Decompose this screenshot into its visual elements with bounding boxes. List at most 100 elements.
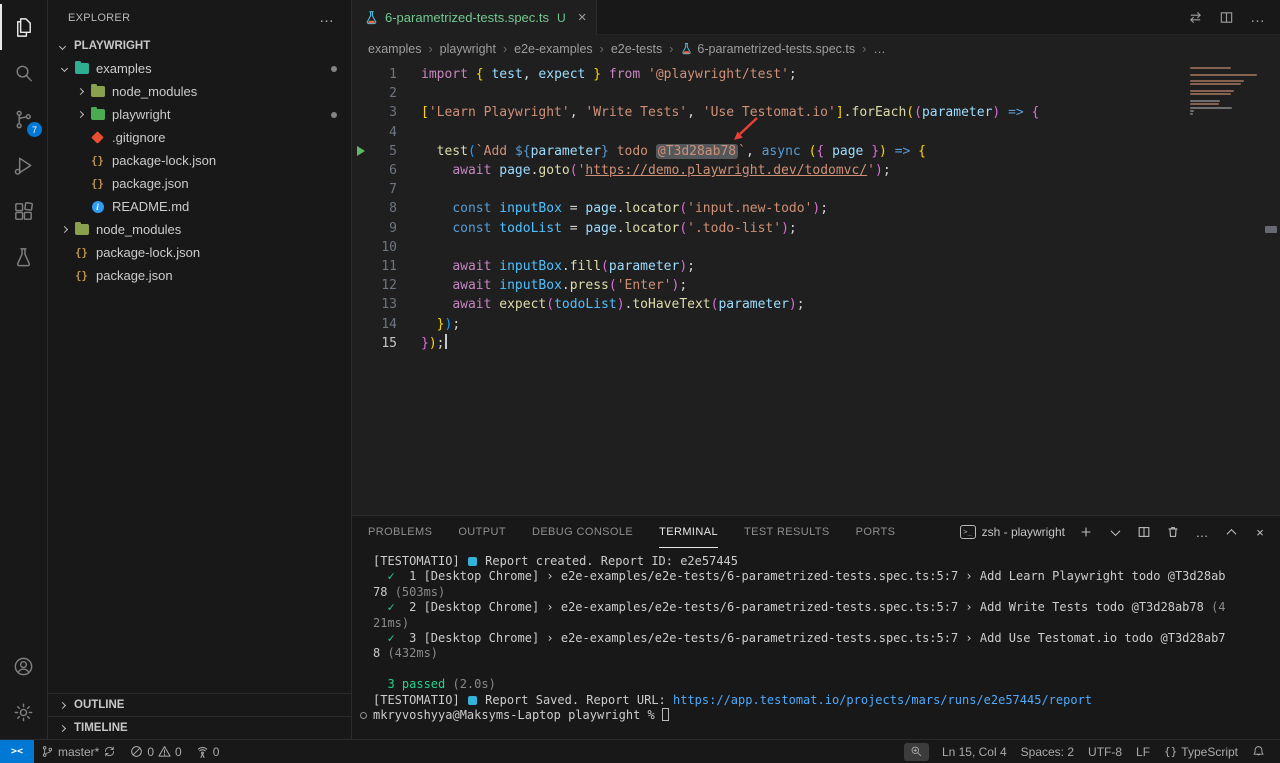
breadcrumb-item-[interactable]: … (873, 42, 886, 56)
activity-run-debug[interactable] (0, 142, 47, 188)
scrollbar-thumb[interactable] (1265, 226, 1277, 233)
tree-item-gitignore[interactable]: .gitignore (48, 126, 351, 149)
line-number[interactable]: 15 (370, 334, 397, 353)
panel-tab-debug-console[interactable]: DEBUG CONSOLE (532, 516, 633, 548)
minimap[interactable] (1190, 67, 1262, 116)
eol-status[interactable]: LF (1129, 740, 1157, 763)
line-number[interactable]: 2 (370, 84, 397, 103)
line-number[interactable]: 12 (370, 276, 397, 295)
line-number[interactable]: 7 (370, 180, 397, 199)
code-editor[interactable]: 1import { test, expect } from '@playwrig… (352, 62, 1280, 515)
code-token (421, 259, 452, 274)
code-line[interactable]: 4 (352, 123, 1280, 142)
panel-tab-problems[interactable]: PROBLEMS (368, 516, 432, 548)
code-line[interactable]: 5 test(`Add ${parameter} todo @T3d28ab78… (352, 142, 1280, 161)
code-token (1000, 105, 1008, 120)
code-line[interactable]: 1import { test, expect } from '@playwrig… (352, 65, 1280, 84)
git-branch-status[interactable]: master* (34, 740, 123, 763)
run-test-button[interactable] (352, 142, 370, 161)
panel-tab-ports[interactable]: PORTS (856, 516, 896, 548)
code-line[interactable]: 12 await inputBox.press('Enter'); (352, 276, 1280, 295)
panel-tab-test-results[interactable]: TEST RESULTS (744, 516, 830, 548)
code-line[interactable]: 11 await inputBox.fill(parameter); (352, 257, 1280, 276)
panel-tab-terminal[interactable]: TERMINAL (659, 516, 718, 548)
code-line[interactable]: 15}); (352, 334, 1280, 353)
line-number[interactable]: 3 (370, 103, 397, 122)
code-line[interactable]: 13 await expect(todoList).toHaveText(par… (352, 295, 1280, 314)
panel-more-actions-icon[interactable]: … (1194, 524, 1210, 540)
close-panel-icon[interactable]: × (1252, 524, 1268, 540)
toggle-changes-icon[interactable] (1188, 10, 1203, 25)
tree-item-package-json[interactable]: {}package.json (48, 264, 351, 287)
activity-testing[interactable] (0, 234, 47, 280)
panel-tab-output[interactable]: OUTPUT (458, 516, 506, 548)
new-terminal-icon[interactable] (1078, 524, 1094, 540)
breadcrumb-item-e2e-tests[interactable]: e2e-tests (611, 42, 662, 56)
indentation-status[interactable]: Spaces: 2 (1014, 740, 1081, 763)
remote-indicator[interactable]: >< (0, 740, 34, 763)
code-line[interactable]: 2 (352, 84, 1280, 103)
zoom-status[interactable] (904, 743, 929, 761)
terminal-instance[interactable]: >_ zsh - playwright (960, 525, 1065, 539)
line-number[interactable]: 4 (370, 123, 397, 142)
activity-settings[interactable] (0, 689, 47, 735)
line-number[interactable]: 13 (370, 295, 397, 314)
tree-item-package-lock-json[interactable]: {}package-lock.json (48, 149, 351, 172)
terminal-dropdown-icon[interactable] (1107, 524, 1123, 540)
line-number[interactable]: 9 (370, 219, 397, 238)
line-number[interactable]: 1 (370, 65, 397, 84)
encoding-status[interactable]: UTF-8 (1081, 740, 1129, 763)
breadcrumb-item-e2e-examples[interactable]: e2e-examples (514, 42, 593, 56)
encoding-label: UTF-8 (1088, 745, 1122, 759)
tree-item-package-json[interactable]: {}package.json (48, 172, 351, 195)
split-editor-icon[interactable] (1219, 10, 1234, 25)
breadcrumb-item-playwright[interactable]: playwright (440, 42, 496, 56)
tree-item-readme-md[interactable]: iREADME.md (48, 195, 351, 218)
line-number[interactable]: 14 (370, 315, 397, 334)
tab-close-icon[interactable]: × (578, 10, 587, 25)
activity-extensions[interactable] (0, 188, 47, 234)
tree-item-playwright[interactable]: playwright (48, 103, 351, 126)
code-line[interactable]: 6 await page.goto('https://demo.playwrig… (352, 161, 1280, 180)
tree-item-node-modules[interactable]: node_modules (48, 218, 351, 241)
tree-item-examples[interactable]: examples (48, 57, 351, 80)
cursor-position-status[interactable]: Ln 15, Col 4 (935, 740, 1014, 763)
breadcrumb-item-6-parametrized-tests-spec-ts[interactable]: 6-parametrized-tests.spec.ts (680, 42, 855, 56)
ports-status[interactable]: 0 (189, 740, 227, 763)
activity-search[interactable] (0, 50, 47, 96)
line-number[interactable]: 5 (370, 142, 397, 161)
tree-item-node-modules[interactable]: node_modules (48, 80, 351, 103)
maximize-panel-icon[interactable] (1223, 524, 1239, 540)
editor-more-actions-icon[interactable]: … (1250, 9, 1266, 26)
tree-item-package-lock-json[interactable]: {}package-lock.json (48, 241, 351, 264)
line-number[interactable]: 11 (370, 257, 397, 276)
section-playwright[interactable]: PLAYWRIGHT (48, 35, 351, 57)
section-outline[interactable]: OUTLINE (48, 693, 351, 716)
kill-terminal-icon[interactable] (1165, 524, 1181, 540)
code-line[interactable]: 14 }); (352, 315, 1280, 334)
explorer-more-actions-icon[interactable]: … (319, 9, 335, 26)
notifications-status[interactable] (1245, 740, 1272, 763)
terminal-output[interactable]: [TESTOMATIO] Report created. Report ID: … (352, 548, 1280, 739)
code-link[interactable]: https://demo.playwright.dev/todomvc/ (585, 163, 867, 178)
json-icon: {} (88, 178, 107, 190)
split-terminal-icon[interactable] (1136, 524, 1152, 540)
code-line[interactable]: 10 (352, 238, 1280, 257)
code-line[interactable]: 7 (352, 180, 1280, 199)
code-line[interactable]: 8 const inputBox = page.locator('input.n… (352, 199, 1280, 218)
problems-status[interactable]: 0 0 (123, 740, 188, 763)
activity-source-control[interactable]: 7 (0, 96, 47, 142)
language-status[interactable]: {} TypeScript (1157, 740, 1245, 763)
activity-explorer[interactable] (0, 4, 47, 50)
terminal-link[interactable]: https://app.testomat.io/projects/mars/ru… (673, 693, 1092, 707)
line-number[interactable]: 6 (370, 161, 397, 180)
section-timeline[interactable]: TIMELINE (48, 716, 351, 739)
line-number[interactable]: 10 (370, 238, 397, 257)
code-line[interactable]: 9 const todoList = page.locator('.todo-l… (352, 219, 1280, 238)
code-line[interactable]: 3['Learn Playwright', 'Write Tests', 'Us… (352, 103, 1280, 122)
line-number[interactable]: 8 (370, 199, 397, 218)
editor-tab-spec-file[interactable]: 6-parametrized-tests.spec.ts U × (352, 0, 597, 35)
activity-accounts[interactable] (0, 643, 47, 689)
breadcrumb-item-examples[interactable]: examples (368, 42, 422, 56)
glyph-margin (352, 180, 370, 199)
